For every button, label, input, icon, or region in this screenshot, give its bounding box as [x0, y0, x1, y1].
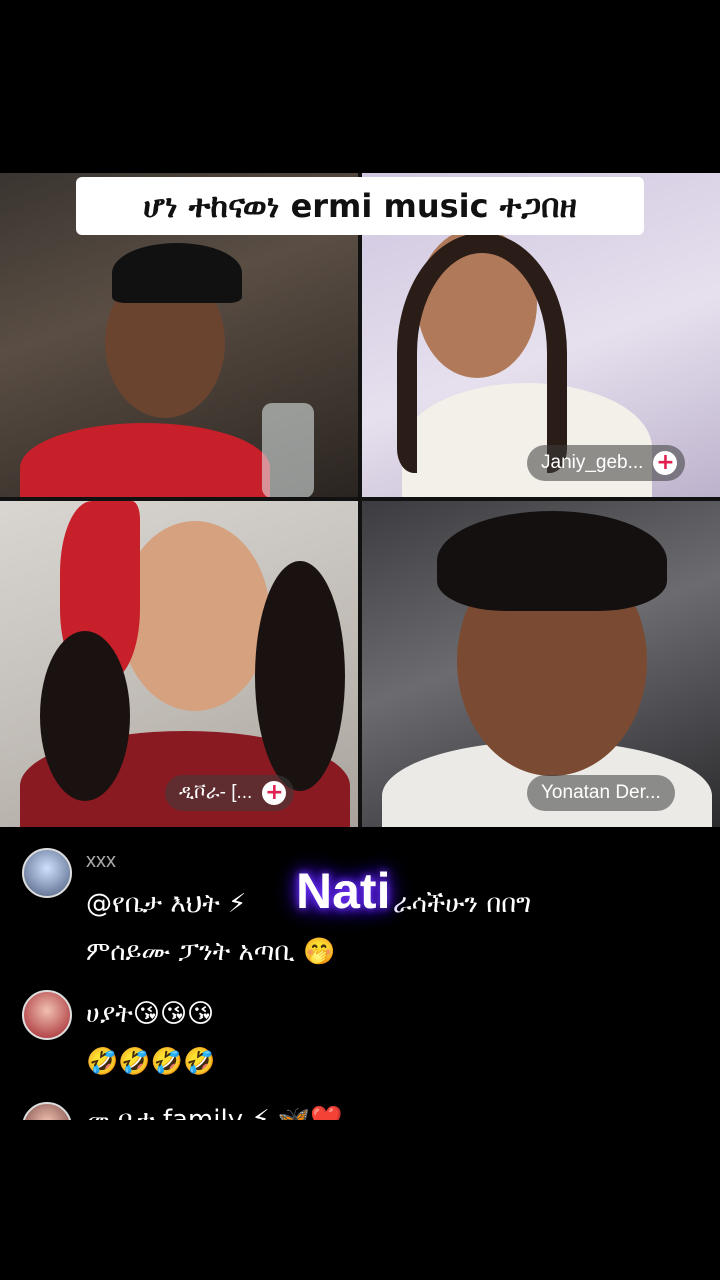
overlay-name-label: Nati — [296, 863, 391, 919]
follow-plus-icon[interactable]: + — [262, 781, 287, 805]
participant-name-pill[interactable]: Janiy_geb... + — [527, 445, 686, 481]
video-tile-guest-3[interactable]: Yonatan Der... — [362, 501, 720, 827]
participant-name: ዲቮራ- [... — [179, 782, 253, 803]
video-tile-guest-2[interactable]: ዲቮራ- [... + — [0, 501, 358, 827]
comment-text-line2: ምሰይሙ ፓንት አጣቢ 🤭 — [86, 937, 336, 967]
comment-text-line1: መ ቤተ family ⚡ 🦋❤️ — [86, 1105, 343, 1120]
participant-name: Yonatan Der... — [541, 782, 661, 803]
participant-name-pill[interactable]: Yonatan Der... — [527, 775, 675, 811]
participant-name-pill[interactable]: ዲቮራ- [... + — [165, 775, 295, 811]
comment-username: xxx — [86, 850, 116, 872]
avatar[interactable] — [22, 848, 72, 898]
video-grid: Janiy_geb... + ዲቮራ- [... + Yonatan Der..… — [0, 173, 720, 827]
avatar[interactable] — [22, 990, 72, 1040]
comment-text-line2: 🤣🤣🤣🤣 — [86, 1047, 216, 1077]
title-banner: ሆነ ተከናወነ ermi music ተጋበዘ — [76, 177, 644, 235]
avatar[interactable] — [22, 1102, 72, 1120]
participant-name: Janiy_geb... — [541, 452, 644, 473]
comment-text-line1: ሀያት😘😘😘 — [86, 999, 215, 1029]
follow-plus-icon[interactable]: + — [653, 451, 678, 475]
